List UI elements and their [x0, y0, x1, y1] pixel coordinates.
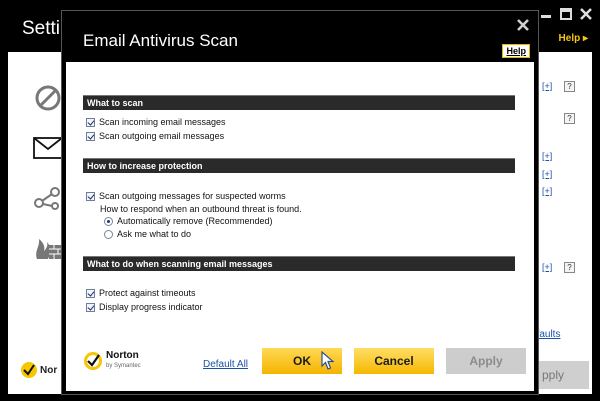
expand-link[interactable]: [+] [542, 169, 552, 179]
close-icon[interactable] [580, 8, 592, 20]
settings-norton-text: Nor [40, 364, 58, 376]
mouse-cursor-icon [321, 351, 335, 370]
radio-auto-remove-row[interactable]: Automatically remove (Recommended) [104, 216, 273, 226]
expand-link[interactable]: [+] [542, 262, 552, 272]
progress-indicator-checkbox-row[interactable]: Display progress indicator [86, 302, 203, 312]
section-header-increase-protection: How to increase protection [83, 158, 515, 173]
protect-timeouts-checkbox-row[interactable]: Protect against timeouts [86, 288, 196, 298]
default-all-link[interactable]: Default All [203, 359, 248, 370]
norton-name: Norton [106, 350, 139, 361]
norton-check-icon [21, 362, 37, 378]
section-header-what-to-scan: What to scan [83, 95, 515, 110]
expand-link[interactable]: [+] [542, 186, 552, 196]
progress-indicator-label[interactable]: Display progress indicator [99, 302, 203, 312]
protect-timeouts-checkbox[interactable] [86, 288, 95, 298]
cancel-button[interactable]: Cancel [354, 348, 434, 374]
progress-indicator-checkbox[interactable] [86, 302, 95, 312]
radio-ask-me-label[interactable]: Ask me what to do [117, 229, 191, 239]
expand-link[interactable]: [+] [542, 81, 552, 91]
dialog-help-link[interactable]: Help [502, 44, 530, 58]
radio-auto-remove-label[interactable]: Automatically remove (Recommended) [117, 216, 273, 226]
norton-wordmark: Norton by Symantec [106, 351, 141, 371]
norton-check-icon [84, 352, 102, 370]
settings-help-link[interactable]: Help ▸ [559, 33, 588, 44]
help-question-icon[interactable]: ? [564, 113, 575, 124]
radio-ask-me-row[interactable]: Ask me what to do [104, 229, 191, 239]
scan-outgoing-checkbox-row[interactable]: Scan outgoing email messages [86, 131, 224, 141]
apply-button[interactable]: Apply [446, 348, 526, 374]
maximize-icon[interactable] [560, 8, 572, 20]
norton-byline: by Symantec [106, 363, 141, 369]
norton-logo: Norton by Symantec [83, 351, 141, 371]
dialog-body: What to scan Scan incoming email message… [66, 62, 534, 391]
scan-worms-label[interactable]: Scan outgoing messages for suspected wor… [99, 191, 286, 201]
email-antivirus-scan-dialog: Email Antivirus Scan Help What to scan S… [61, 10, 539, 395]
radio-ask-me[interactable] [104, 229, 113, 239]
scan-incoming-checkbox-row[interactable]: Scan incoming email messages [86, 117, 226, 127]
protect-timeouts-label[interactable]: Protect against timeouts [99, 288, 196, 298]
help-question-icon[interactable]: ? [564, 262, 575, 273]
scan-incoming-label[interactable]: Scan incoming email messages [99, 117, 226, 127]
section-header-scanning-email: What to do when scanning email messages [83, 256, 515, 271]
window-controls [540, 8, 592, 20]
respond-instructions: How to respond when an outbound threat i… [100, 204, 302, 214]
scan-incoming-checkbox[interactable] [86, 117, 95, 127]
scan-outgoing-checkbox[interactable] [86, 131, 95, 141]
dialog-title: Email Antivirus Scan [83, 31, 238, 50]
help-question-icon[interactable]: ? [564, 81, 575, 92]
radio-auto-remove[interactable] [104, 216, 113, 226]
scan-worms-checkbox[interactable] [86, 191, 95, 201]
expand-link[interactable]: [+] [542, 151, 552, 161]
scan-outgoing-label[interactable]: Scan outgoing email messages [99, 131, 224, 141]
minimize-icon[interactable] [540, 8, 552, 20]
close-icon[interactable] [516, 17, 530, 31]
scan-worms-checkbox-row[interactable]: Scan outgoing messages for suspected wor… [86, 191, 286, 201]
settings-norton-logo: Nor [20, 361, 57, 379]
